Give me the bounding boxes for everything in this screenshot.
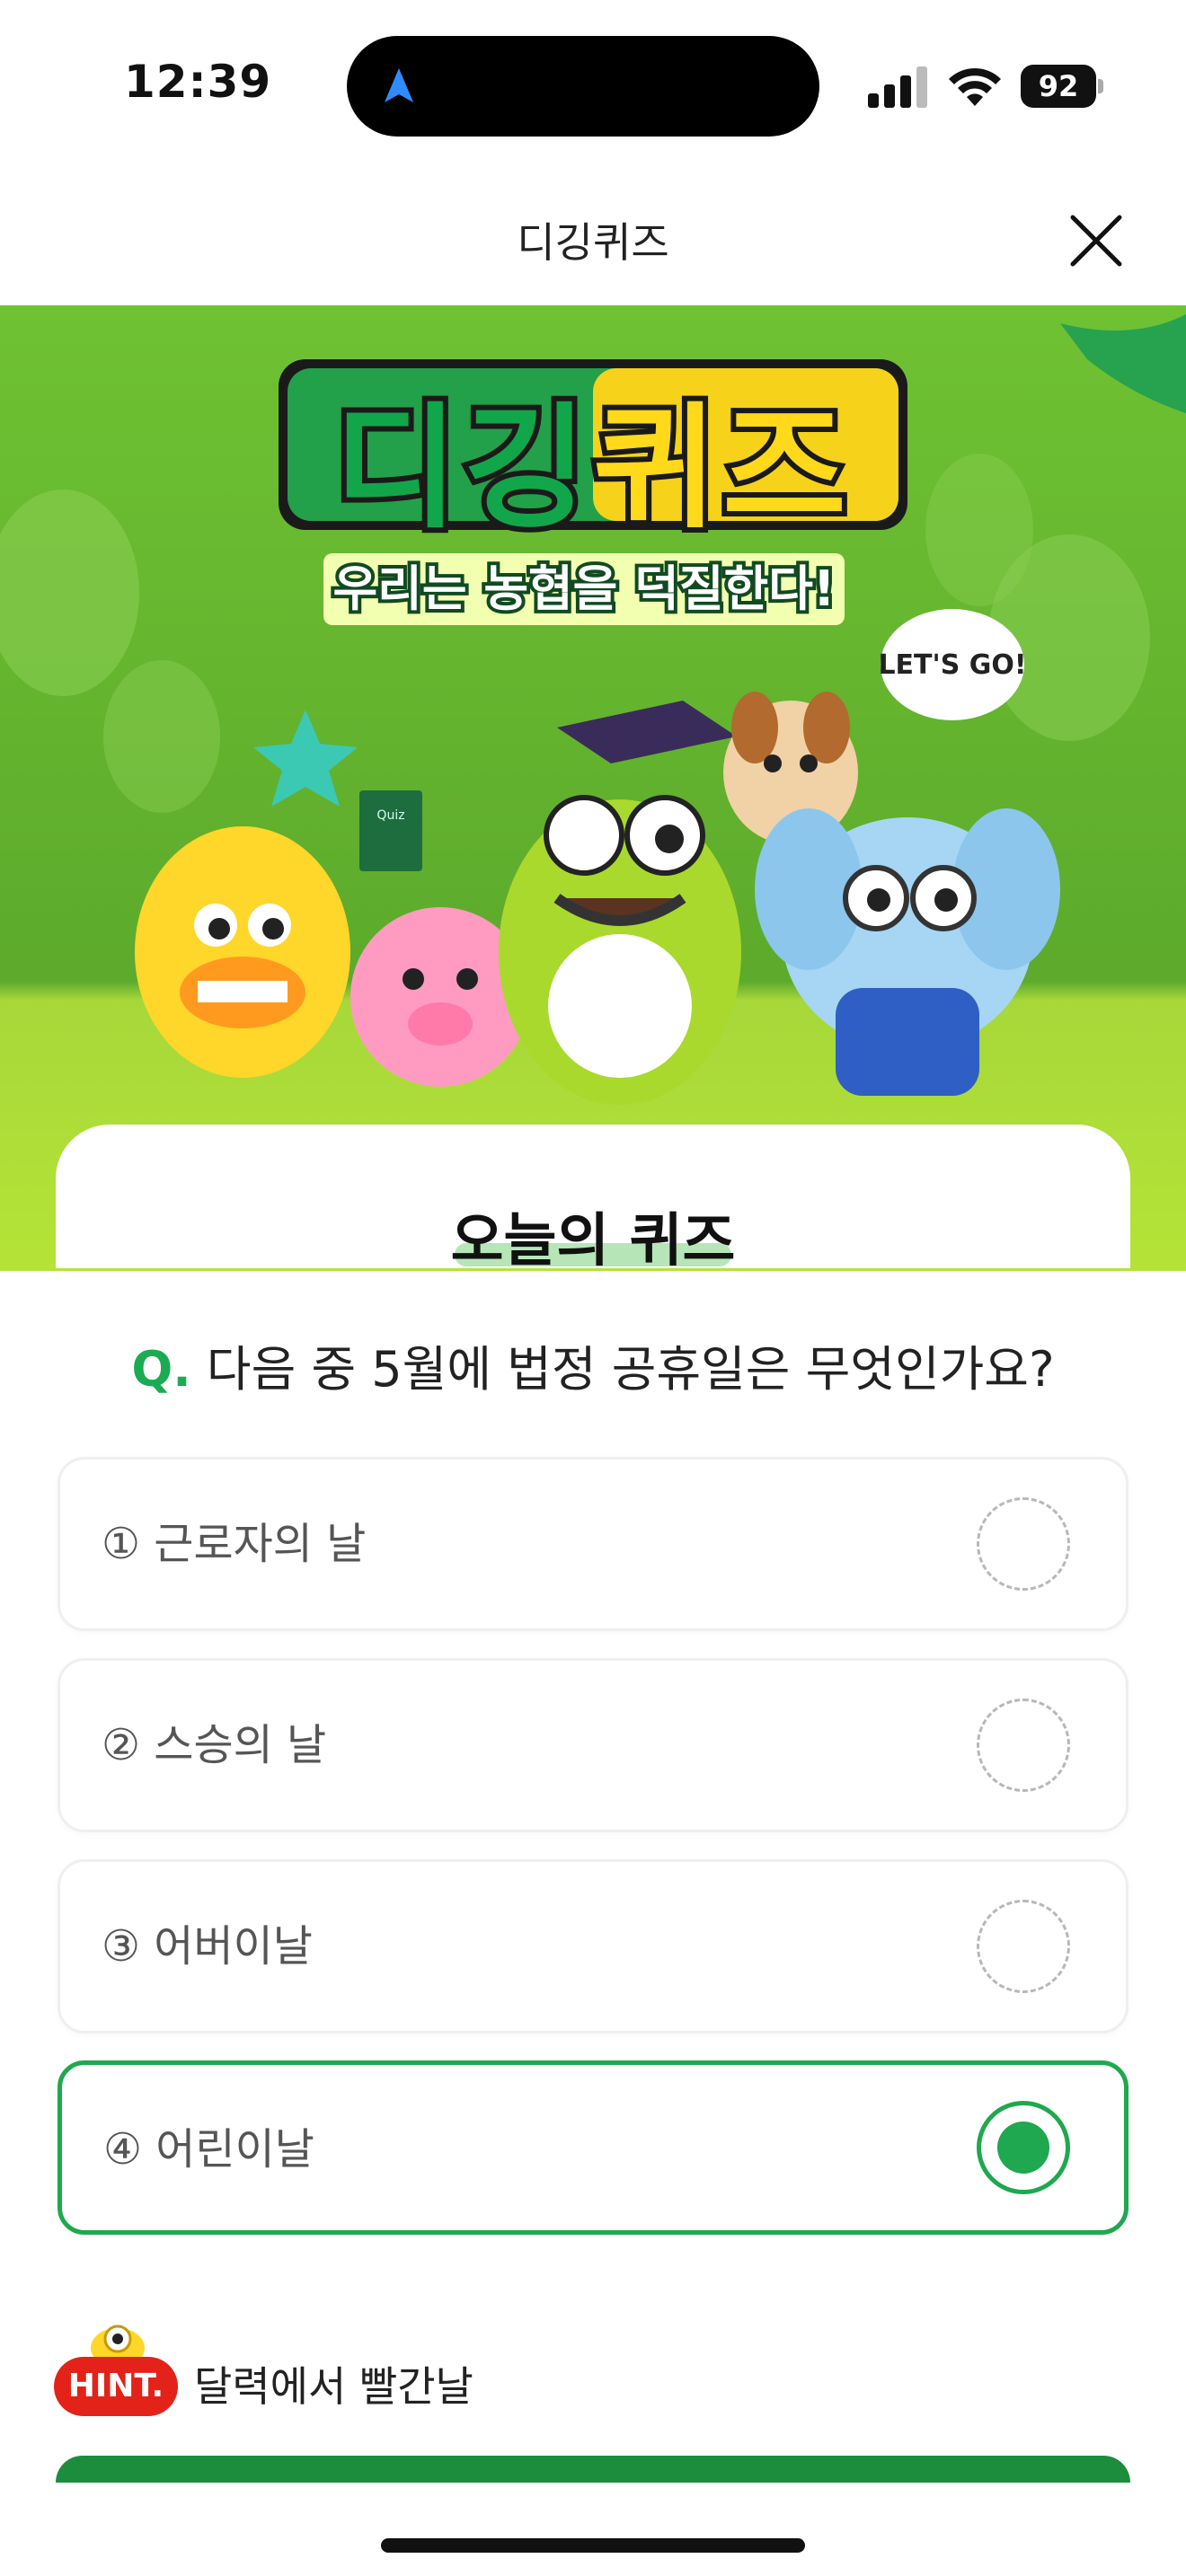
option-label: ③ 어버이날: [102, 1921, 313, 1972]
home-indicator[interactable]: [381, 2538, 805, 2553]
quiz-option-2[interactable]: ② 스승의 날: [58, 1658, 1128, 1832]
option-label: ④ 어린이날: [103, 2124, 314, 2175]
battery-level: 92: [1021, 65, 1096, 108]
navigation-arrow-icon: [385, 68, 413, 102]
hint-row: HINT. 달력에서 빨간날: [54, 2317, 863, 2425]
option-label: ② 스승의 날: [102, 1720, 327, 1770]
page-title: 디깅퀴즈: [517, 218, 669, 267]
status-bar: 12:39 92: [0, 0, 1186, 171]
banner-title-part2: 퀴즈: [588, 385, 853, 552]
header: 디깅퀴즈: [0, 171, 1186, 305]
battery-icon: 92: [1021, 65, 1103, 108]
radio-unselected-icon[interactable]: [977, 1698, 1070, 1792]
submit-button[interactable]: [56, 2456, 1130, 2483]
question-text: 다음 중 5월에 법정 공휴일은 무엇인가요?: [206, 1341, 1055, 1398]
hint-badge: HINT.: [54, 2357, 178, 2416]
close-icon[interactable]: [1060, 205, 1132, 277]
banner-subtitle: 우리는 농협을 덕질한다!: [323, 553, 845, 625]
quiz-option-3[interactable]: ③ 어버이날: [58, 1859, 1128, 2033]
option-label: ① 근로자의 날: [102, 1519, 367, 1569]
quiz-question: Q. 다음 중 5월에 법정 공휴일은 무엇인가요?: [0, 1329, 1186, 1400]
quiz-option-1[interactable]: ① 근로자의 날: [58, 1457, 1128, 1631]
banner-title: 디깅퀴즈: [270, 359, 916, 554]
wifi-icon: [949, 67, 1001, 106]
radio-unselected-icon[interactable]: [977, 1497, 1070, 1591]
section-title: 오늘의 퀴즈: [450, 1208, 736, 1275]
svg-text:LET'S GO!: LET'S GO!: [878, 649, 1026, 681]
radio-selected-icon[interactable]: [977, 2101, 1070, 2194]
radio-unselected-icon[interactable]: [977, 1900, 1070, 1993]
quiz-option-4[interactable]: ④ 어린이날: [58, 2060, 1128, 2235]
cellular-signal-icon: [868, 66, 927, 108]
question-prefix: Q.: [131, 1341, 191, 1398]
book-label: Quiz: [376, 808, 404, 823]
status-time: 12:39: [124, 56, 272, 108]
banner-title-part1: 디깅: [329, 385, 593, 552]
hint-text: 달력에서 빨간날: [194, 2362, 474, 2411]
